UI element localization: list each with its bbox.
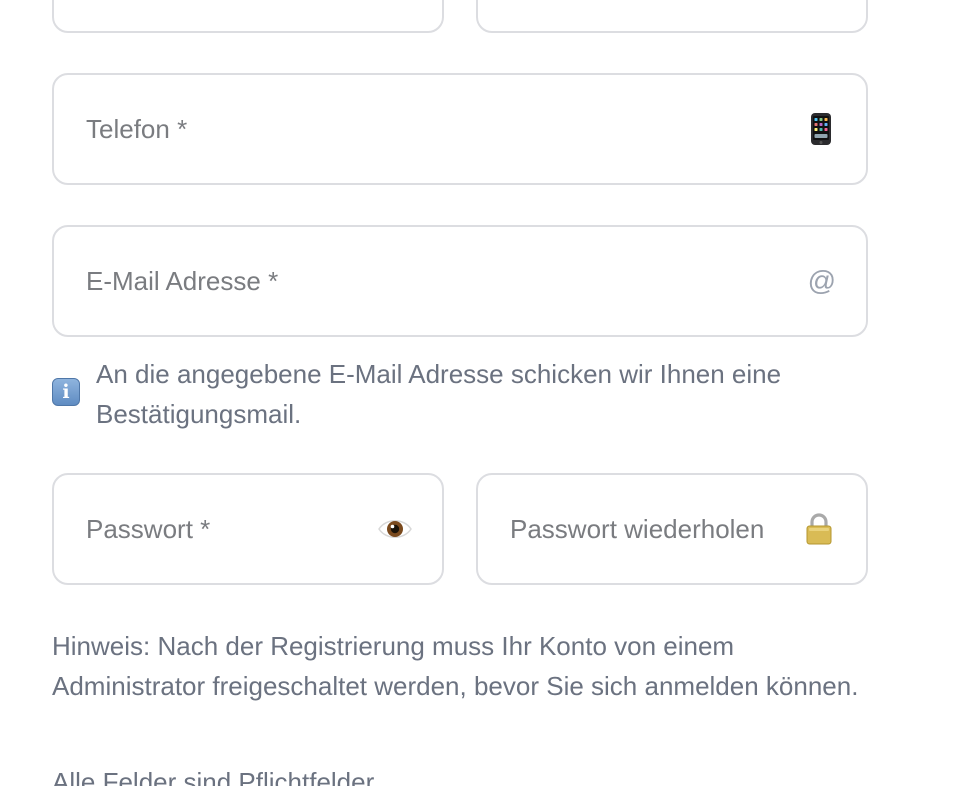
phone-input[interactable] bbox=[86, 75, 786, 183]
password-repeat-field[interactable] bbox=[476, 473, 868, 585]
top-left-field[interactable] bbox=[52, 0, 444, 33]
approval-hint: Hinweis: Nach der Registrierung muss Ihr… bbox=[52, 631, 859, 701]
phone-field[interactable] bbox=[52, 73, 868, 185]
top-right-field[interactable] bbox=[476, 0, 868, 33]
password-input[interactable] bbox=[86, 475, 366, 583]
email-info-text: An die angegebene E-Mail Adresse schicke… bbox=[96, 359, 782, 429]
info-icon: i bbox=[52, 378, 80, 406]
at-sign-icon: @ bbox=[807, 265, 836, 296]
registration-form: @ i An die angegebene E-Mail Adresse sch… bbox=[0, 0, 968, 786]
required-fields-note: Alle Felder sind Pflichtfelder bbox=[52, 767, 375, 786]
eye-icon[interactable] bbox=[378, 517, 412, 541]
email-field[interactable]: @ bbox=[52, 225, 868, 337]
password-repeat-input[interactable] bbox=[510, 475, 772, 583]
password-field[interactable] bbox=[52, 473, 444, 585]
email-input[interactable] bbox=[86, 227, 786, 335]
lock-icon bbox=[806, 513, 832, 545]
mobile-phone-icon bbox=[810, 112, 832, 146]
